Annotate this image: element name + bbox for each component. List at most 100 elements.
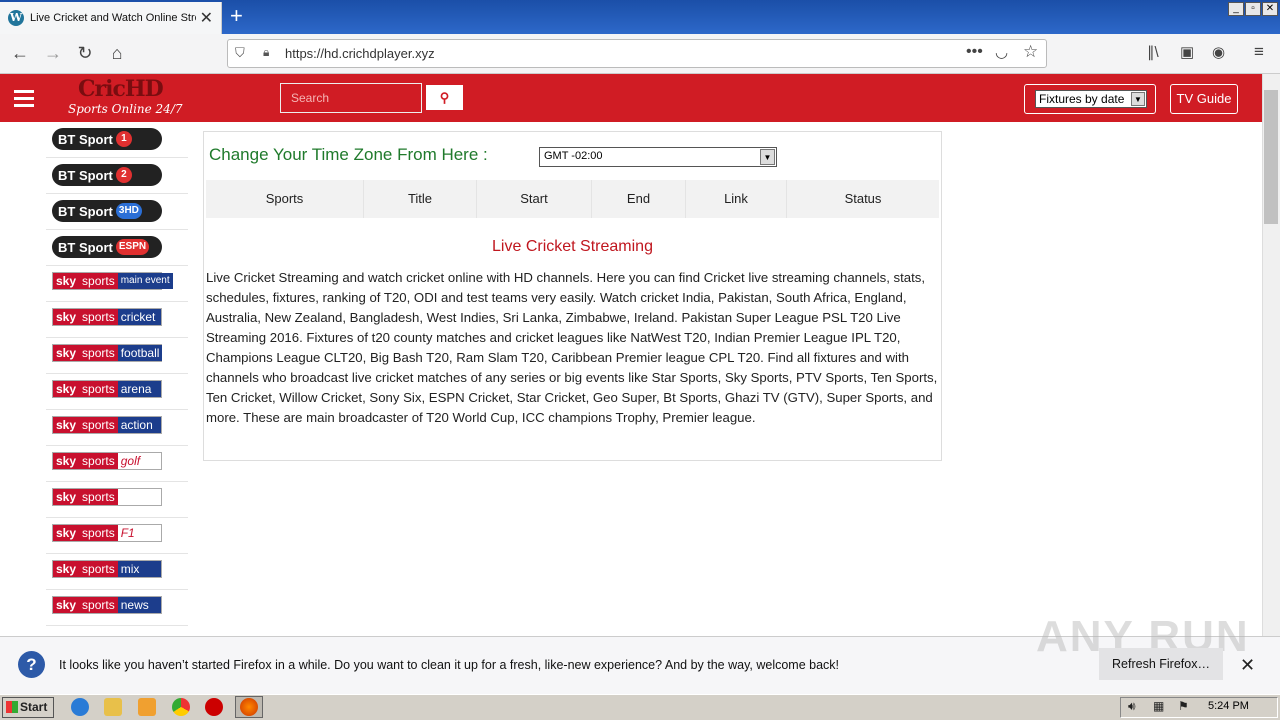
channel-logo: sky sports golf (52, 452, 162, 470)
account-icon[interactable]: ◉ (1212, 43, 1225, 61)
timezone-label: Change Your Time Zone From Here : (209, 145, 488, 164)
lock-icon[interactable]: 🔒︎ (263, 45, 269, 60)
channel-name: BT Sport (58, 203, 113, 219)
url-text[interactable]: https://hd.crichdplayer.xyz (285, 46, 435, 61)
channel-item[interactable]: BT Sport 1 (46, 122, 188, 158)
action-center-flag-icon[interactable]: ⚑ (1178, 699, 1189, 713)
windows-logo-icon (6, 701, 18, 713)
channel-item[interactable]: sky sports action (46, 410, 188, 446)
ie-icon[interactable] (71, 698, 89, 716)
firefox-icon (240, 698, 258, 716)
channel-brand: sky (53, 561, 80, 577)
channel-brand: sky (53, 597, 80, 613)
restore-button[interactable]: ▫ (1245, 2, 1261, 16)
notification-message: It looks like you haven’t started Firefo… (59, 658, 840, 672)
channel-logo: sky sports cricket (52, 308, 162, 326)
channel-logo: BT Sport 2 (52, 164, 162, 186)
channel-item[interactable]: sky sports main event (46, 266, 188, 302)
new-tab-button[interactable]: + (230, 5, 243, 27)
channel-network: sports (79, 597, 118, 613)
library-icon[interactable]: ∥\ (1147, 43, 1159, 61)
chevron-down-icon[interactable]: ▼ (1131, 92, 1145, 106)
channel-name: BT Sport (58, 167, 113, 183)
start-button[interactable]: Start (2, 697, 54, 718)
scrollbar-thumb[interactable] (1264, 90, 1278, 224)
pocket-icon[interactable]: ◡ (995, 43, 1008, 61)
fixtures-table-header: Sports Title Start End Link Status (206, 180, 939, 218)
reload-icon[interactable]: ↻ (73, 43, 97, 64)
question-icon: ? (18, 651, 45, 678)
channel-logo: sky sports news (52, 596, 162, 614)
description-text: Live Cricket Streaming and watch cricket… (206, 270, 938, 425)
close-tab-icon[interactable]: ✕ (200, 8, 213, 28)
minimize-button[interactable]: _ (1228, 2, 1244, 16)
channel-brand: sky (53, 273, 80, 289)
opera-icon[interactable] (205, 698, 223, 716)
sidebar-toggle-icon[interactable]: ▣ (1180, 43, 1194, 61)
channel-network: sports (79, 561, 118, 577)
page-actions-icon[interactable]: ••• (966, 43, 983, 61)
channel-number: 1 (115, 131, 132, 147)
col-sports: Sports (206, 180, 364, 218)
start-label: Start (20, 700, 48, 714)
timezone-select[interactable]: GMT -02:00 ▼ (539, 147, 777, 167)
channel-item[interactable]: sky sports mix (46, 554, 188, 590)
hamburger-menu-icon[interactable] (14, 90, 34, 111)
channel-name: cricket (117, 309, 161, 325)
col-link: Link (686, 180, 787, 218)
channel-network: sports (79, 309, 118, 325)
channel-name: news (117, 597, 161, 613)
section-title: Live Cricket Streaming (492, 238, 653, 255)
bookmark-star-icon[interactable]: ☆ (1023, 42, 1038, 62)
home-icon[interactable]: ⌂ (105, 43, 129, 64)
channel-item[interactable]: BT Sport 2 (46, 158, 188, 194)
channel-item[interactable]: sky sports arena (46, 374, 188, 410)
channel-item[interactable]: BT Sport 3HD (46, 194, 188, 230)
channel-brand: sky (53, 489, 80, 505)
channel-item[interactable]: sky sports news (46, 590, 188, 626)
channel-name: BT Sport (58, 239, 113, 255)
channel-logo: BT Sport 3HD (52, 200, 162, 222)
shield-icon[interactable]: ⛉ (235, 45, 245, 61)
search-input[interactable] (280, 83, 422, 113)
channel-item[interactable]: sky sports football (46, 338, 188, 374)
site-logo[interactable]: CricHD (78, 76, 164, 102)
col-start: Start (477, 180, 592, 218)
forward-icon[interactable]: → (41, 43, 65, 64)
channel-network: sports (79, 345, 118, 361)
system-tray (1120, 697, 1278, 718)
chrome-icon[interactable] (172, 698, 190, 716)
channel-logo: sky sports main event (52, 272, 173, 290)
clock: 5:24 PM (1208, 700, 1249, 712)
fixtures-select[interactable]: Fixtures by date ▼ (1035, 90, 1147, 108)
media-player-icon[interactable] (138, 698, 156, 716)
close-window-button[interactable]: ✕ (1262, 2, 1278, 16)
channel-logo: sky sports mix (52, 560, 162, 578)
network-icon[interactable]: ▦ (1153, 699, 1164, 713)
channel-name: main event (117, 273, 173, 289)
channel-item[interactable]: sky sports (46, 482, 188, 518)
volume-icon[interactable]: 🔊︎ (1128, 699, 1136, 714)
channel-name: football (117, 345, 163, 361)
wordpress-icon: W (8, 10, 24, 26)
channel-item[interactable]: sky sports golf (46, 446, 188, 482)
channel-network: sports (79, 417, 118, 433)
refresh-firefox-button[interactable]: Refresh Firefox… (1099, 648, 1223, 680)
channel-item[interactable]: BT Sport ESPN (46, 230, 188, 266)
channel-item[interactable]: sky sports F1 (46, 518, 188, 554)
search-button[interactable]: ⚲ (426, 85, 463, 110)
chevron-down-icon[interactable]: ▼ (760, 149, 775, 165)
close-notification-icon[interactable]: ✕ (1240, 655, 1255, 676)
channel-logo: sky sports arena (52, 380, 162, 398)
channel-network: sports (79, 273, 118, 289)
explorer-folder-icon[interactable] (104, 698, 122, 716)
menu-icon[interactable]: ≡ (1254, 42, 1264, 62)
tv-guide-button[interactable]: TV Guide (1170, 84, 1238, 114)
back-icon[interactable]: ← (8, 43, 32, 64)
channel-logo: sky sports F1 (52, 524, 162, 542)
browser-tab[interactable]: W Live Cricket and Watch Online Stre ✕ (0, 2, 222, 34)
channel-logo: sky sports football (52, 344, 163, 362)
channel-item[interactable]: sky sports cricket (46, 302, 188, 338)
channel-sidebar: BT Sport 1 BT Sport 2 BT Sport 3HD BT Sport ESP… (0, 122, 190, 636)
channel-name: mix (117, 561, 161, 577)
